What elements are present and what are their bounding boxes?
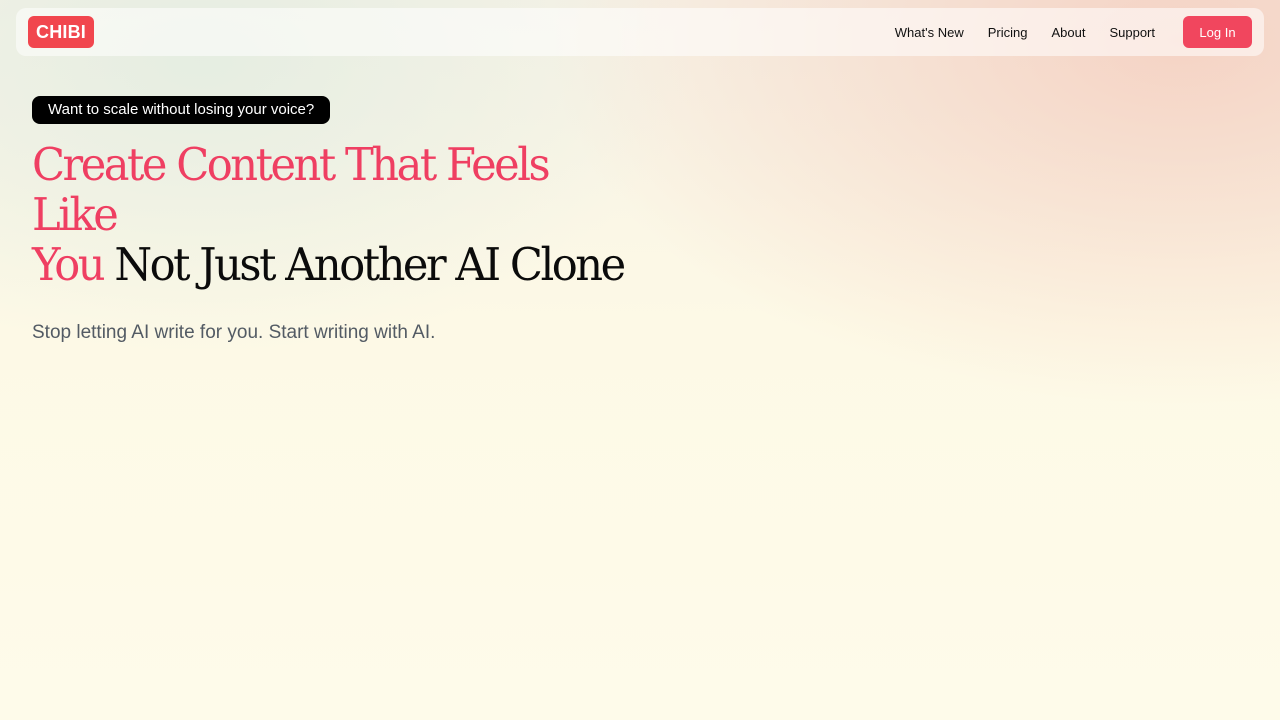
- hero-section: Want to scale without losing your voice?…: [32, 96, 632, 344]
- nav-link-about[interactable]: About: [1051, 25, 1085, 40]
- hero-pill-badge: Want to scale without losing your voice?: [32, 96, 331, 124]
- headline-rest: Not Just Another AI Clone: [114, 238, 626, 291]
- nav-link-support[interactable]: Support: [1109, 25, 1155, 40]
- nav-link-pricing[interactable]: Pricing: [988, 25, 1028, 40]
- nav-link-whats-new[interactable]: What's New: [895, 25, 964, 40]
- logo[interactable]: CHIBI: [28, 16, 94, 48]
- hero-subtitle: Stop letting AI write for you. Start wri…: [32, 322, 436, 343]
- nav-links: What's New Pricing About Support: [895, 25, 1155, 40]
- navbar: CHIBI What's New Pricing About Support L…: [16, 8, 1264, 56]
- headline-accent-word: You: [32, 238, 106, 291]
- nav-right: What's New Pricing About Support Log In: [895, 16, 1252, 48]
- headline-accent-line: Create Content That Feels Like: [32, 138, 551, 241]
- hero-headline: Create Content That Feels Like You Not J…: [32, 140, 627, 290]
- login-button[interactable]: Log In: [1183, 16, 1252, 48]
